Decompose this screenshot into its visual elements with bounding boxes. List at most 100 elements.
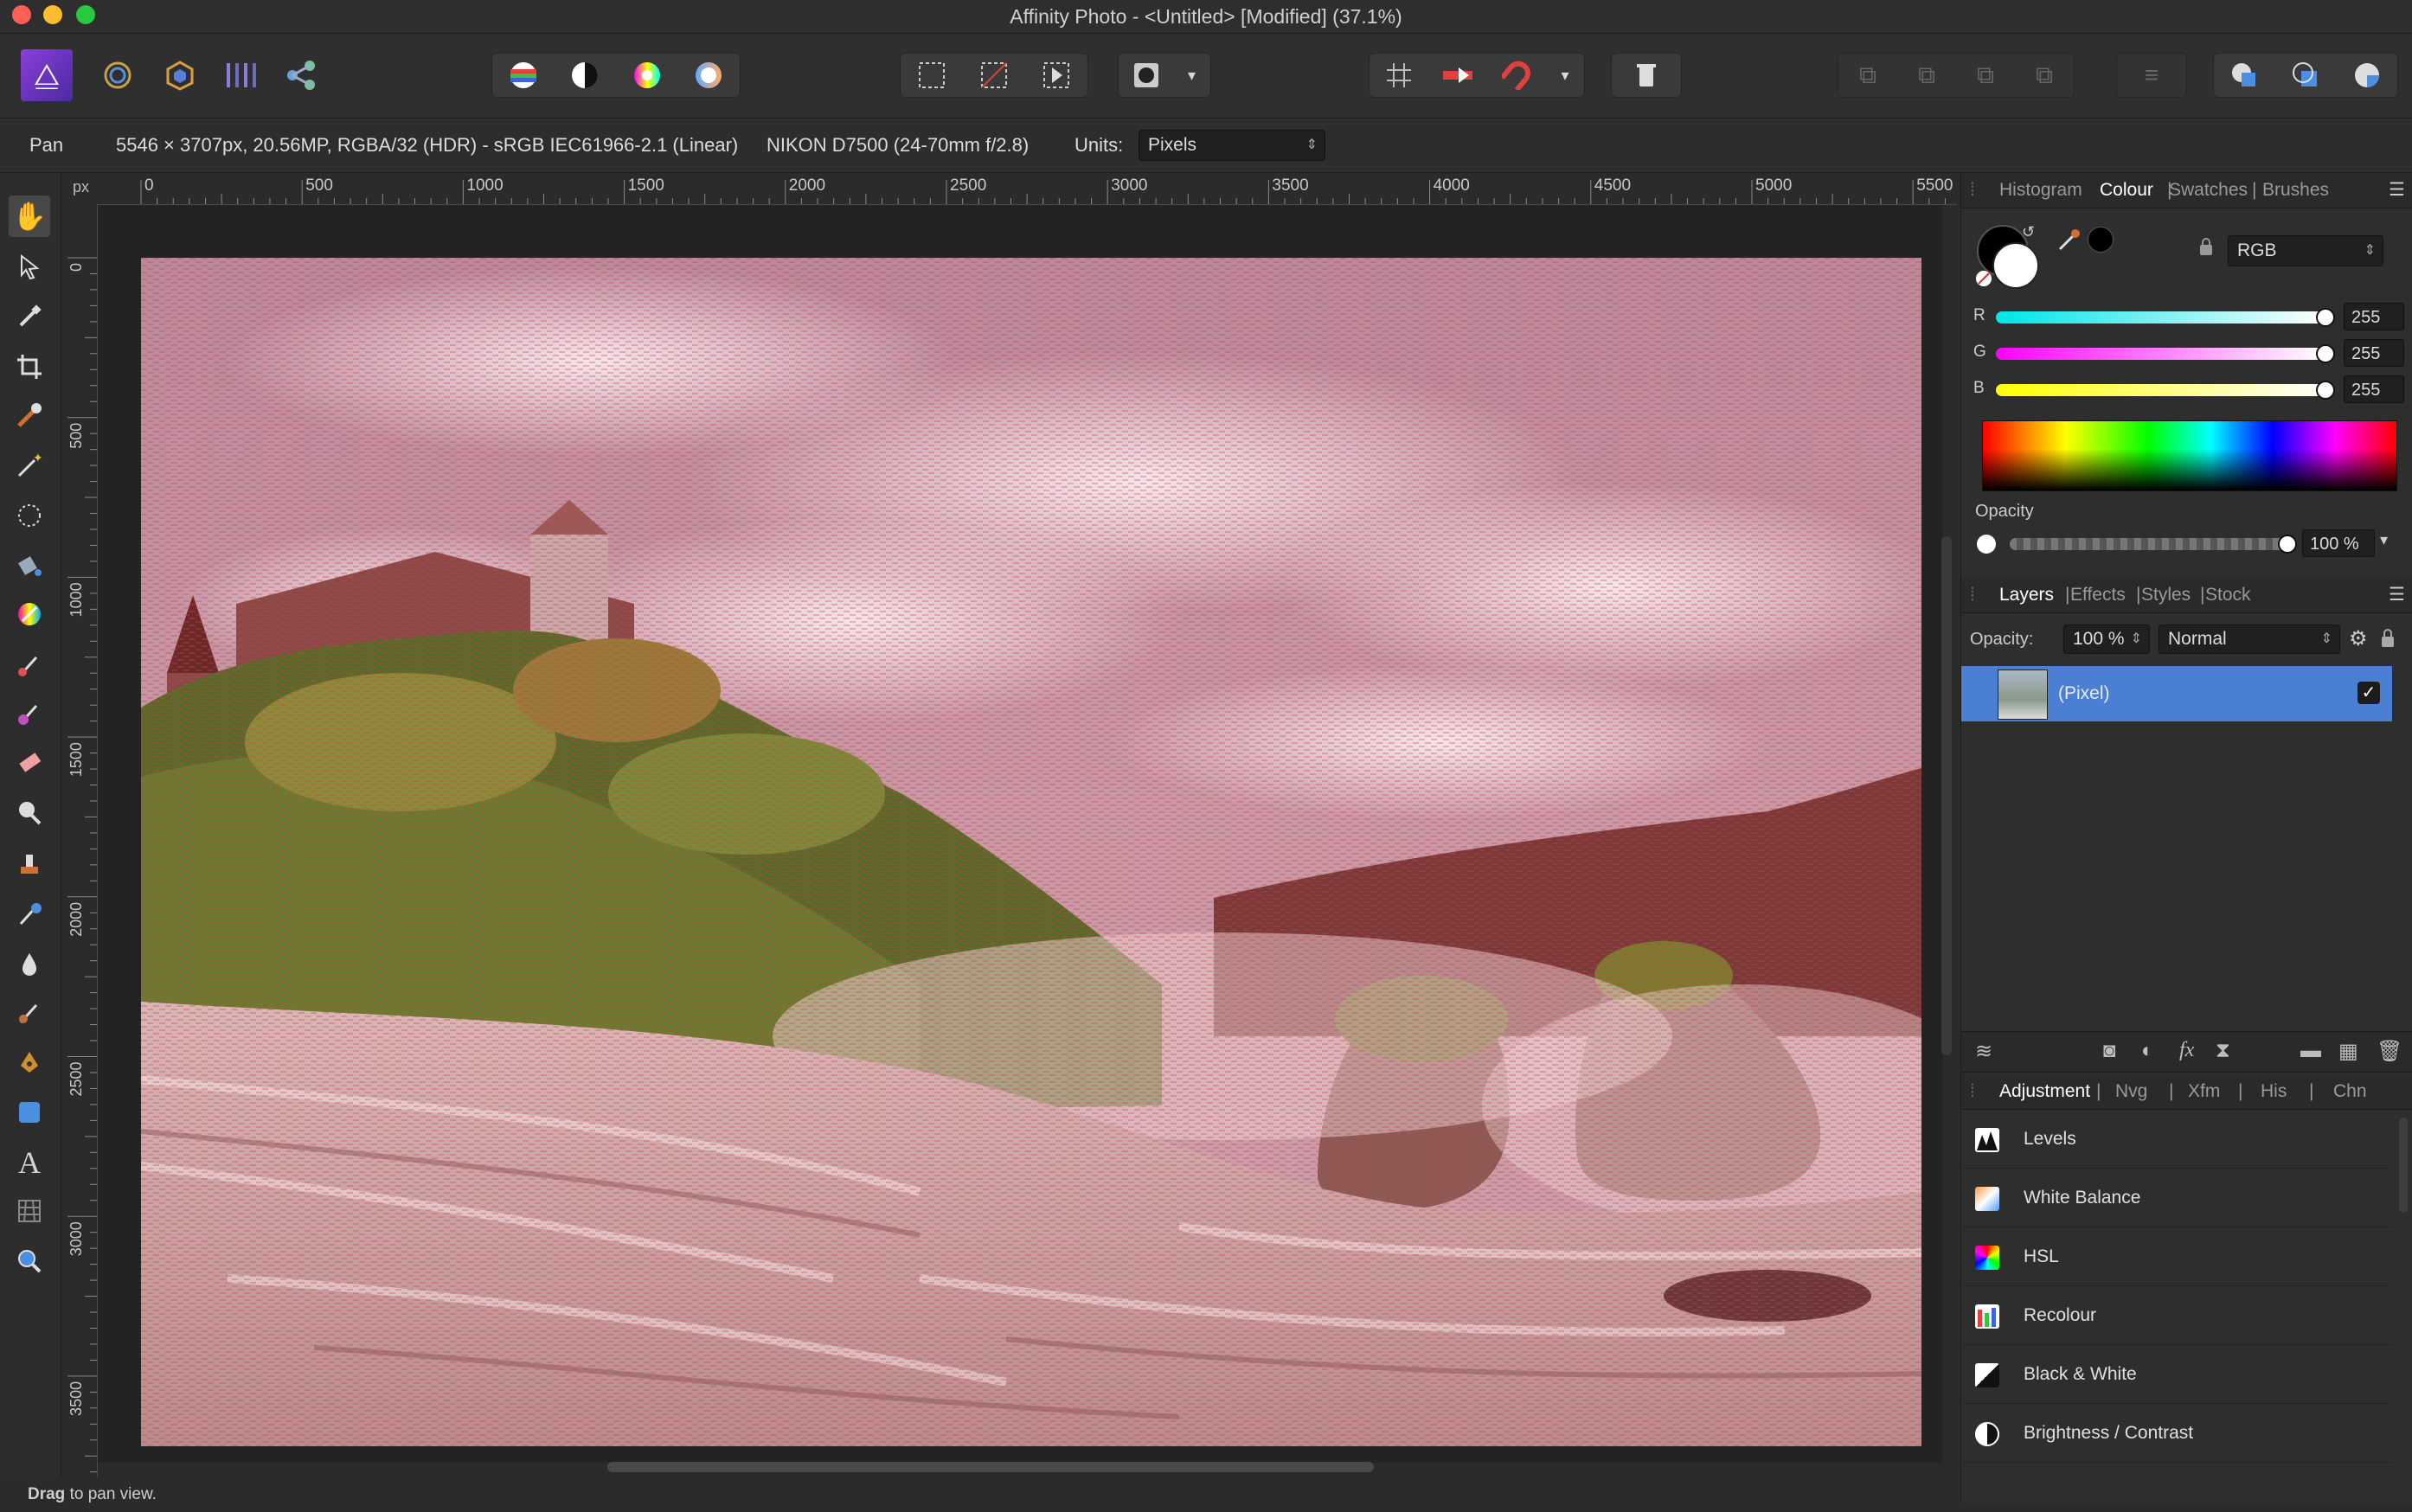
align-icon[interactable]: ≡ [2133,56,2171,94]
tab-swatches[interactable]: Swatches [2169,173,2248,208]
lock-icon[interactable] [2198,237,2214,260]
panel-menu-icon[interactable]: ☰ [2389,578,2405,612]
trash-icon[interactable]: 🗑 [2377,1039,2402,1064]
marquee-tool-icon[interactable] [9,495,50,536]
tab-navigator[interactable]: Nvg [2115,1074,2147,1109]
snapping-toggle-icon[interactable] [1439,56,1477,94]
pixel-layer-icon[interactable]: ▦ [2338,1039,2358,1064]
magic-wand-tool-icon[interactable]: ✦ [9,445,50,486]
tab-effects[interactable]: Effects [2070,578,2126,612]
auto-levels-icon[interactable] [504,56,542,94]
magnet-icon[interactable] [1498,56,1536,94]
mask-layer-icon[interactable]: ◙ [2103,1039,2116,1063]
move-back-icon[interactable]: ⧉ [1849,56,1887,94]
intersect-shape-icon[interactable] [2348,56,2386,94]
tab-styles[interactable]: Styles [2141,578,2191,612]
units-select[interactable]: Pixels [1139,130,1325,161]
adjustment-scrollbar[interactable] [2399,1118,2408,1213]
zoom-tool-icon[interactable] [9,1240,50,1282]
marquee-selection-icon[interactable] [913,56,951,94]
blur-brush-tool-icon[interactable] [9,943,50,984]
stroke-colour-well[interactable] [1992,242,2039,289]
invert-selection-icon[interactable] [1037,56,1075,94]
opacity-dropdown-icon[interactable]: ▾ [2380,531,2388,549]
panel-grip-icon[interactable]: ⁞ [1970,578,1975,612]
adjustment-hsl[interactable]: HSL [1963,1228,2392,1286]
layer-row-pixel[interactable]: (Pixel) ✓ [1961,666,2392,721]
gear-icon[interactable]: ⚙ [2349,626,2368,651]
adjustment-brightness-contrast[interactable]: Brightness / Contrast [1963,1405,2392,1463]
layer-opacity-select[interactable]: 100 % [2063,625,2150,654]
tab-brushes[interactable]: Brushes [2262,173,2329,208]
subtract-shape-icon[interactable] [2287,56,2325,94]
selection-brush-tool-icon[interactable] [9,394,50,436]
tab-stock[interactable]: Stock [2205,578,2251,612]
dodge-tool-icon[interactable] [9,792,50,834]
snapping-dropdown-icon[interactable]: ▾ [1556,56,1574,94]
adjustment-levels[interactable]: Levels [1963,1111,2392,1169]
tab-histogram[interactable]: Histogram [1999,173,2082,208]
channel-g-value[interactable]: 255 [2344,339,2404,367]
swap-colours-icon[interactable]: ↺ [2022,223,2035,241]
tone-mapping-persona-icon[interactable] [221,56,260,94]
vertical-ruler[interactable]: 0 500 1000 1500 2000 2500 3000 3500 [62,204,98,1477]
eyedropper-icon[interactable] [2056,227,2082,257]
colour-model-select[interactable]: RGB [2228,235,2383,266]
gradient-tool-icon[interactable] [9,593,50,635]
develop-persona-icon[interactable] [161,56,199,94]
quick-mask-icon[interactable] [1127,56,1165,94]
layers-stack-icon[interactable]: ≋ [1975,1039,1992,1064]
group-folder-icon[interactable]: ▬ [2300,1039,2321,1063]
adjustment-recolour[interactable]: Recolour [1963,1287,2392,1345]
vertical-scrollbar[interactable] [1941,536,1952,1055]
live-filter-icon[interactable]: ⧗ [2216,1039,2230,1063]
horizontal-scrollbar[interactable] [607,1462,1374,1472]
flood-fill-tool-icon[interactable] [9,545,50,586]
panel-grip-icon[interactable]: ⁞ [1970,1074,1975,1109]
liquify-persona-icon[interactable] [99,56,137,94]
grid-icon[interactable] [1380,56,1418,94]
document-image[interactable] [140,258,2001,1446]
opacity-knob[interactable] [2278,535,2297,554]
picked-colour-swatch[interactable] [2088,227,2114,253]
channel-b-knob[interactable] [2316,381,2335,400]
colour-spectrum[interactable] [1982,420,2397,491]
channel-r-slider[interactable] [1996,311,2325,324]
channel-b-slider[interactable] [1996,384,2325,396]
healing-brush-tool-icon[interactable] [9,893,50,934]
panel-menu-icon[interactable]: ☰ [2389,173,2405,208]
tab-channels[interactable]: Chn [2333,1074,2367,1109]
quick-mask-dropdown-icon[interactable]: ▾ [1182,56,1203,94]
hand-tool-icon[interactable]: ✋ [9,195,50,237]
no-colour-icon[interactable] [1975,270,1992,287]
crop-tool-icon[interactable] [9,346,50,388]
text-tool-icon[interactable]: A [9,1142,50,1183]
layer-lock-icon[interactable] [2380,628,2396,653]
adjustment-black-white[interactable]: Black & White [1963,1346,2392,1404]
move-backward-icon[interactable]: ⧉ [1908,56,1946,94]
tab-adjustment[interactable]: Adjustment [1999,1074,2090,1109]
mesh-warp-tool-icon[interactable] [9,1190,50,1232]
tab-layers[interactable]: Layers [1999,578,2054,612]
rectangle-tool-icon[interactable] [9,1092,50,1133]
adjustment-layer-icon[interactable]: ◐ [2141,1039,2154,1063]
move-front-icon[interactable]: ⧉ [2025,56,2063,94]
channel-r-value[interactable]: 255 [2344,303,2404,330]
auto-white-balance-icon[interactable] [690,56,728,94]
auto-contrast-icon[interactable] [566,56,604,94]
tab-history[interactable]: His [2261,1074,2287,1109]
channel-b-value[interactable]: 255 [2344,375,2404,403]
auto-colours-icon[interactable] [628,56,666,94]
channel-r-knob[interactable] [2316,308,2335,327]
tab-colour[interactable]: Colour [2100,173,2153,208]
erase-brush-tool-icon[interactable] [9,742,50,784]
channel-g-slider[interactable] [1996,348,2325,360]
colour-replacement-tool-icon[interactable] [9,692,50,734]
move-tool-icon[interactable] [9,246,50,287]
clone-tool-icon[interactable] [9,842,50,884]
deselect-icon[interactable] [975,56,1013,94]
fx-icon[interactable]: fx [2179,1039,2194,1062]
paint-brush-tool-icon[interactable] [9,644,50,685]
adjustment-white-balance[interactable]: White Balance [1963,1169,2392,1227]
photo-persona-icon[interactable]: ⧋ [21,49,73,101]
